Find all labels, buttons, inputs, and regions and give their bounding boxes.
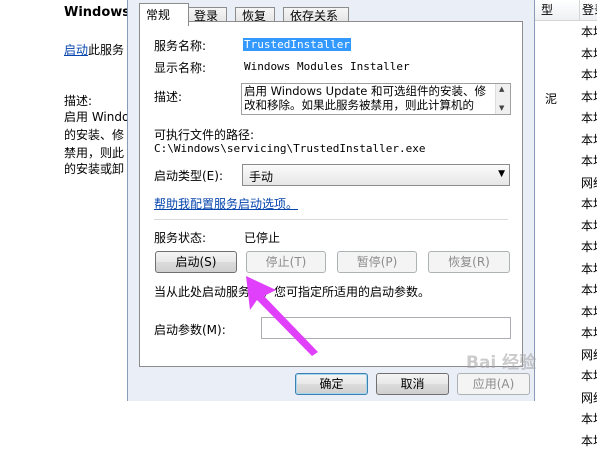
logon-cell: 本地	[581, 111, 597, 125]
start-params-label: 启动参数(M):	[154, 323, 226, 337]
logon-cell: 本地	[581, 46, 597, 61]
service-name-value[interactable]: TrustedInstaller	[243, 38, 351, 51]
scroll-down-icon[interactable]: ▼	[499, 104, 504, 112]
service-title: Windows	[64, 5, 131, 20]
logon-cell: 本地	[581, 240, 597, 254]
logon-cell: 本地	[581, 25, 597, 39]
start-service-suffix: 此服务	[88, 43, 125, 57]
apply-button[interactable]: 应用(A)	[457, 373, 530, 395]
description-label: 描述:	[154, 90, 183, 104]
display-name-label: 显示名称:	[154, 61, 207, 75]
pause-button[interactable]: 暂停(P)	[337, 251, 417, 273]
ok-button[interactable]: 确定	[295, 373, 368, 395]
start-params-hint: 当从此处启动服务时，您可指定所适用的启动参数。	[154, 285, 431, 299]
startup-type-label: 启动类型(E):	[154, 169, 223, 183]
scroll-up-icon[interactable]: ▲	[499, 85, 504, 93]
logon-cell: 本地	[581, 261, 597, 276]
description-textbox[interactable]: 启用 Windows Update 和可选组件的安装、修改和移除。如果此服务被禁…	[241, 83, 511, 115]
service-status-label: 服务状态:	[154, 231, 207, 245]
resume-button[interactable]: 恢复(R)	[428, 251, 510, 273]
desc-line: 的安装、修	[64, 128, 125, 142]
start-params-input[interactable]	[261, 317, 511, 339]
stop-button[interactable]: 停止(T)	[246, 251, 326, 273]
tab-general[interactable]: 常规	[139, 3, 189, 26]
logon-cell: 网络	[581, 390, 597, 405]
logon-cell: 网络	[581, 175, 597, 190]
column-header-type[interactable]: 型	[535, 0, 585, 21]
exe-path-label: 可执行文件的路径:	[154, 128, 255, 142]
logon-cell: 本地	[581, 412, 597, 426]
description-text: 启用 Windows Update 和可选组件的安装、修改和移除。如果此服务被禁…	[244, 84, 486, 112]
services-detail-pane: Windows 启动此服务 描述: 启用 Windo 的安装、修 禁用，则此 的…	[0, 0, 130, 401]
exe-path-value: C:\Windows\servicing\TrustedInstaller.ex…	[154, 142, 426, 155]
logon-cell: 本地	[581, 132, 597, 147]
service-name-selected-text[interactable]: TrustedInstaller	[243, 38, 351, 51]
desc-line: 的安装或卸	[64, 162, 125, 176]
services-list-columns: 型 登录 本地本地本地本地本地本地本地网络本地本地本地本地本地本地本地网络本地网…	[534, 0, 597, 448]
desc-line: 启用 Windo	[64, 110, 130, 124]
logon-cell: 本地	[581, 218, 597, 233]
start-service-line: 启动此服务	[64, 41, 124, 58]
logon-cell: 本地	[581, 197, 597, 211]
dropdown-arrow-icon[interactable]: ▼	[498, 169, 505, 179]
startup-type-selected: 手动	[249, 170, 274, 184]
list-text-fragment: 泥	[545, 92, 558, 106]
description-scrollbar[interactable]: ▲ ▼	[495, 84, 510, 114]
column-header-logon[interactable]: 登录	[579, 0, 597, 21]
start-service-link[interactable]: 启动	[64, 43, 88, 57]
start-button[interactable]: 启动(S)	[155, 251, 237, 273]
desc-line: 禁用，则此	[64, 146, 125, 160]
logon-cell: 本地	[581, 433, 597, 448]
desc-heading: 描述:	[64, 94, 93, 108]
baidu-watermark: Bai 经验	[466, 353, 537, 373]
logon-cell: 本地	[581, 326, 597, 340]
logon-cell: 本地	[581, 89, 597, 104]
service-name-label: 服务名称:	[154, 39, 207, 53]
logon-cell: 网络	[581, 347, 597, 362]
help-configure-link[interactable]: 帮助我配置服务启动选项。	[154, 195, 298, 212]
logon-cell: 本地	[581, 68, 597, 82]
display-name-value[interactable]: Windows Modules Installer	[244, 60, 410, 73]
cancel-button[interactable]: 取消	[376, 373, 449, 395]
startup-type-dropdown[interactable]: 手动 ▼	[242, 164, 510, 186]
logon-cell: 本地	[581, 304, 597, 319]
logon-cell: 本地	[581, 154, 597, 168]
divider	[154, 219, 508, 220]
service-status-value: 已停止	[244, 231, 281, 245]
logon-cell: 本地	[581, 283, 597, 297]
logon-cell: 本地	[581, 369, 597, 383]
